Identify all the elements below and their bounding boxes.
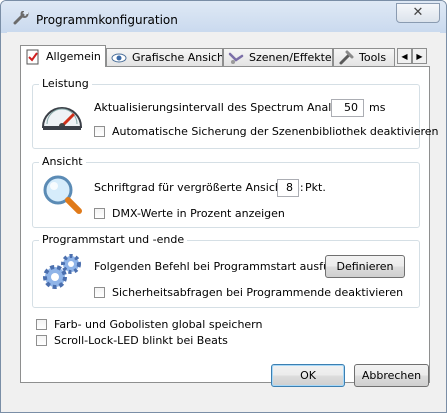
dmx-percent-label: DMX-Werte in Prozent anzeigen <box>112 207 285 220</box>
ok-button[interactable]: OK <box>271 364 345 387</box>
eye-icon <box>111 53 127 62</box>
tab-allgemein[interactable]: Allgemein <box>20 45 106 67</box>
cancel-button[interactable]: Abbrechen <box>354 364 429 387</box>
autosave-checkbox[interactable] <box>94 126 105 137</box>
sliders-icon <box>228 52 244 64</box>
close-icon: ✕ <box>412 5 424 20</box>
tab-strip: Allgemein Grafische Ansicht Szenen/Effek… <box>20 45 428 67</box>
speedometer-icon <box>41 107 83 130</box>
tab-page-allgemein: Leistung Aktualisierungsintervall des Sp… <box>20 66 439 383</box>
tab-grafische-ansicht[interactable]: Grafische Ansicht <box>106 48 223 66</box>
close-button[interactable]: ✕ <box>396 3 440 23</box>
colorlists-checkbox[interactable] <box>36 319 47 330</box>
safety-prompt-label: Sicherheitsabfragen bei Programmende dea… <box>112 286 404 299</box>
interval-unit: ms <box>369 101 386 114</box>
group-leistung: Leistung Aktualisierungsintervall des Sp… <box>32 77 439 149</box>
tab-label: Allgemein <box>46 50 101 63</box>
dmx-percent-checkbox[interactable] <box>94 208 105 219</box>
tab-szenen-effekte[interactable]: Szenen/Effekte <box>223 48 333 66</box>
scrolllock-label: Scroll-Lock-LED blinkt bei Beats <box>54 334 228 347</box>
gears-icon <box>43 254 81 289</box>
startup-command-label: Folgenden Befehl bei Programmstart ausfü… <box>94 260 359 273</box>
tab-scroll-left-button[interactable]: ◀ <box>397 48 412 64</box>
scrolllock-checkbox[interactable] <box>36 335 47 346</box>
font-size-input[interactable]: 8 <box>277 179 299 197</box>
group-ansicht: Ansicht Schriftgrad für vergrößerte Ansi… <box>32 155 420 228</box>
autosave-label: Automatische Sicherung der Szenenbibliot… <box>112 125 439 138</box>
group-title: Ansicht <box>39 155 86 168</box>
group-title: Programmstart und -ende <box>39 233 188 246</box>
tab-label: Tools <box>359 51 387 64</box>
font-size-unit: Pkt. <box>305 181 326 194</box>
tab-label: Szenen/Effekte <box>249 51 332 64</box>
tab-label: Grafische Ansicht <box>132 51 223 64</box>
dialog-window: Programmkonfiguration ✕ Allgemein Grafis… <box>0 0 447 413</box>
tools-icon <box>339 50 354 64</box>
define-button[interactable]: Definieren <box>325 255 405 278</box>
window-title: Programmkonfiguration <box>36 13 178 27</box>
group-title: Leistung <box>39 77 92 90</box>
magnifier-icon <box>43 175 82 214</box>
title-bar[interactable]: Programmkonfiguration ✕ <box>1 1 446 33</box>
font-size-label: Schriftgrad für vergrößerte Ansichten: <box>94 181 304 194</box>
tab-tools[interactable]: Tools <box>333 48 395 66</box>
dialog-client: Allgemein Grafische Ansicht Szenen/Effek… <box>7 32 440 404</box>
tab-scroll-right-button[interactable]: ▶ <box>412 48 427 64</box>
wrench-icon <box>13 11 29 25</box>
group-programmstart: Programmstart und -ende Folgenden Befehl… <box>32 233 420 308</box>
safety-prompt-checkbox[interactable] <box>94 287 105 298</box>
interval-input[interactable]: 50 <box>331 99 364 117</box>
arrow-right-icon: ▶ <box>416 52 423 61</box>
interval-label: Aktualisierungsintervall des Spectrum An… <box>94 101 365 114</box>
arrow-left-icon: ◀ <box>401 52 408 61</box>
checklist-icon <box>26 49 39 64</box>
colorlists-label: Farb- und Gobolisten global speichern <box>54 318 263 331</box>
